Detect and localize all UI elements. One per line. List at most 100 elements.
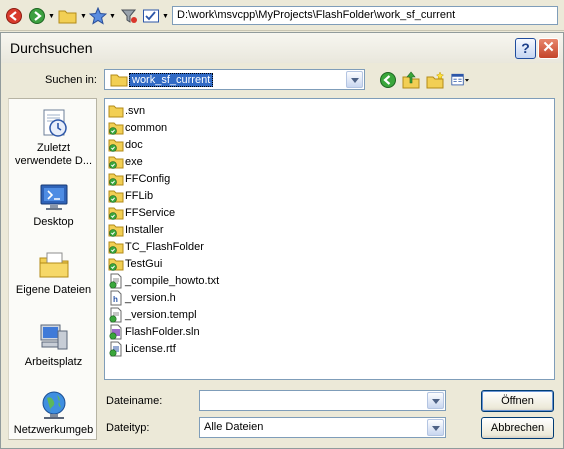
favorites-button[interactable]: ▼ (89, 6, 116, 26)
file-name: FFService (125, 207, 176, 219)
folder-icon (58, 10, 77, 24)
my-documents-icon (39, 252, 68, 278)
folder-icon (108, 139, 124, 152)
forward-button[interactable]: ▼ (28, 6, 55, 26)
dialog-title: Durchsuchen (10, 40, 93, 56)
filetype-value: Alle Dateien (204, 421, 264, 433)
folder-icon (108, 173, 124, 186)
options-button[interactable]: ▼ (142, 6, 169, 26)
folder-icon (108, 122, 124, 135)
file-list-item[interactable]: FlashFolder.sln (108, 324, 200, 340)
file-name: FlashFolder.sln (125, 326, 200, 338)
up-folder-icon[interactable] (402, 71, 420, 89)
place-my-documents[interactable]: Eigene Dateien (9, 249, 98, 297)
place-label: Eigene Dateien (15, 284, 92, 296)
file-list-item[interactable]: FFConfig (108, 171, 170, 187)
svg-text:h: h (113, 295, 118, 304)
chevron-down-icon[interactable] (346, 71, 363, 88)
file-list[interactable]: .svn common doc exe FFConfig FFLib FFService In… (104, 98, 555, 380)
file-icon (109, 341, 122, 357)
place-label: Zuletzt verwendete D... (14, 142, 93, 167)
folder-menu-button[interactable]: ▼ (58, 6, 87, 26)
file-name: FFConfig (125, 173, 171, 185)
file-list-item[interactable]: doc (108, 137, 143, 153)
place-label: Desktop (33, 216, 74, 228)
file-list-item[interactable]: h _version.h (108, 290, 176, 306)
cancel-button[interactable]: Abbrechen (481, 417, 554, 439)
favorites-icon (89, 7, 107, 25)
file-list-item[interactable]: .svn (108, 103, 145, 119)
file-name: Installer (125, 224, 164, 236)
options-icon (143, 9, 159, 23)
place-network[interactable]: Netzwerkumgeb (9, 389, 98, 437)
new-folder-icon[interactable] (426, 71, 444, 89)
chevron-down-icon[interactable] (427, 419, 444, 436)
lookin-combo[interactable]: work_sf_current (104, 69, 365, 90)
file-name: TestGui (125, 258, 163, 270)
title-bar: Durchsuchen ? ✕ (1, 33, 563, 63)
place-label: Arbeitsplatz (24, 356, 83, 368)
file-name: doc (125, 139, 143, 151)
place-label: Netzwerkumgeb (13, 424, 94, 436)
top-toolbar: ▼ ▼ ▼ ▼ D:\work\msvcpp\MyProjects\FlashF… (0, 0, 564, 31)
recent-documents-icon (43, 109, 67, 137)
folder-icon (108, 224, 124, 237)
filter-button[interactable] (120, 6, 138, 26)
filename-combo[interactable] (199, 390, 446, 411)
back-button[interactable] (5, 6, 23, 26)
close-button[interactable]: ✕ (538, 38, 559, 59)
file-list-item[interactable]: _version.templ (108, 307, 197, 323)
place-desktop[interactable]: Desktop (9, 181, 98, 229)
lookin-label: Suchen in: (45, 74, 97, 86)
file-name: License.rtf (125, 343, 176, 355)
view-menu-icon[interactable] (451, 71, 469, 89)
folder-icon (108, 207, 124, 220)
back-icon (6, 8, 22, 24)
folder-icon (108, 105, 124, 118)
file-list-item[interactable]: FFLib (108, 188, 153, 204)
folder-icon (108, 258, 124, 271)
my-computer-icon (40, 324, 67, 350)
folder-icon (110, 74, 128, 87)
filter-icon (120, 9, 137, 23)
chevron-down-icon[interactable]: ▼ (109, 13, 116, 20)
chevron-down-icon[interactable] (427, 392, 444, 409)
file-icon: h (110, 290, 122, 306)
place-my-computer[interactable]: Arbeitsplatz (9, 321, 98, 369)
chevron-down-icon[interactable]: ▼ (80, 13, 87, 20)
file-icon (109, 273, 122, 289)
places-bar: Zuletzt verwendete D... Desktop Eigene D… (8, 98, 97, 440)
file-name: .svn (125, 105, 146, 117)
chevron-down-icon[interactable]: ▼ (162, 13, 169, 20)
file-name: FFLib (125, 190, 154, 202)
back-green-icon[interactable] (379, 71, 397, 89)
filename-label: Dateiname: (106, 395, 163, 407)
filetype-combo[interactable]: Alle Dateien (199, 417, 446, 438)
file-list-item[interactable]: License.rtf (108, 341, 176, 357)
file-name: _version.h (125, 292, 176, 304)
file-icon (109, 324, 122, 340)
file-list-item[interactable]: exe (108, 154, 143, 170)
file-name: common (125, 122, 168, 134)
file-list-item[interactable]: TC_FlashFolder (108, 239, 204, 255)
file-name: _compile_howto.txt (125, 275, 220, 287)
file-list-item[interactable]: TestGui (108, 256, 162, 272)
lookin-value: work_sf_current (129, 73, 214, 87)
file-name: TC_FlashFolder (125, 241, 204, 253)
file-list-item[interactable]: FFService (108, 205, 175, 221)
address-field[interactable]: D:\work\msvcpp\MyProjects\FlashFolder\wo… (172, 6, 558, 25)
folder-icon (108, 190, 124, 203)
forward-icon (29, 8, 45, 24)
file-list-item[interactable]: common (108, 120, 167, 136)
file-name: exe (125, 156, 143, 168)
file-list-item[interactable]: _compile_howto.txt (108, 273, 219, 289)
file-list-item[interactable]: Installer (108, 222, 164, 238)
help-button[interactable]: ? (515, 38, 536, 59)
folder-icon (108, 156, 124, 169)
place-recent[interactable]: Zuletzt verwendete D... (9, 107, 98, 168)
network-icon (42, 391, 65, 419)
open-button[interactable]: Öffnen (481, 390, 554, 412)
folder-icon (108, 241, 124, 254)
file-icon (109, 307, 122, 323)
chevron-down-icon[interactable]: ▼ (48, 13, 55, 20)
